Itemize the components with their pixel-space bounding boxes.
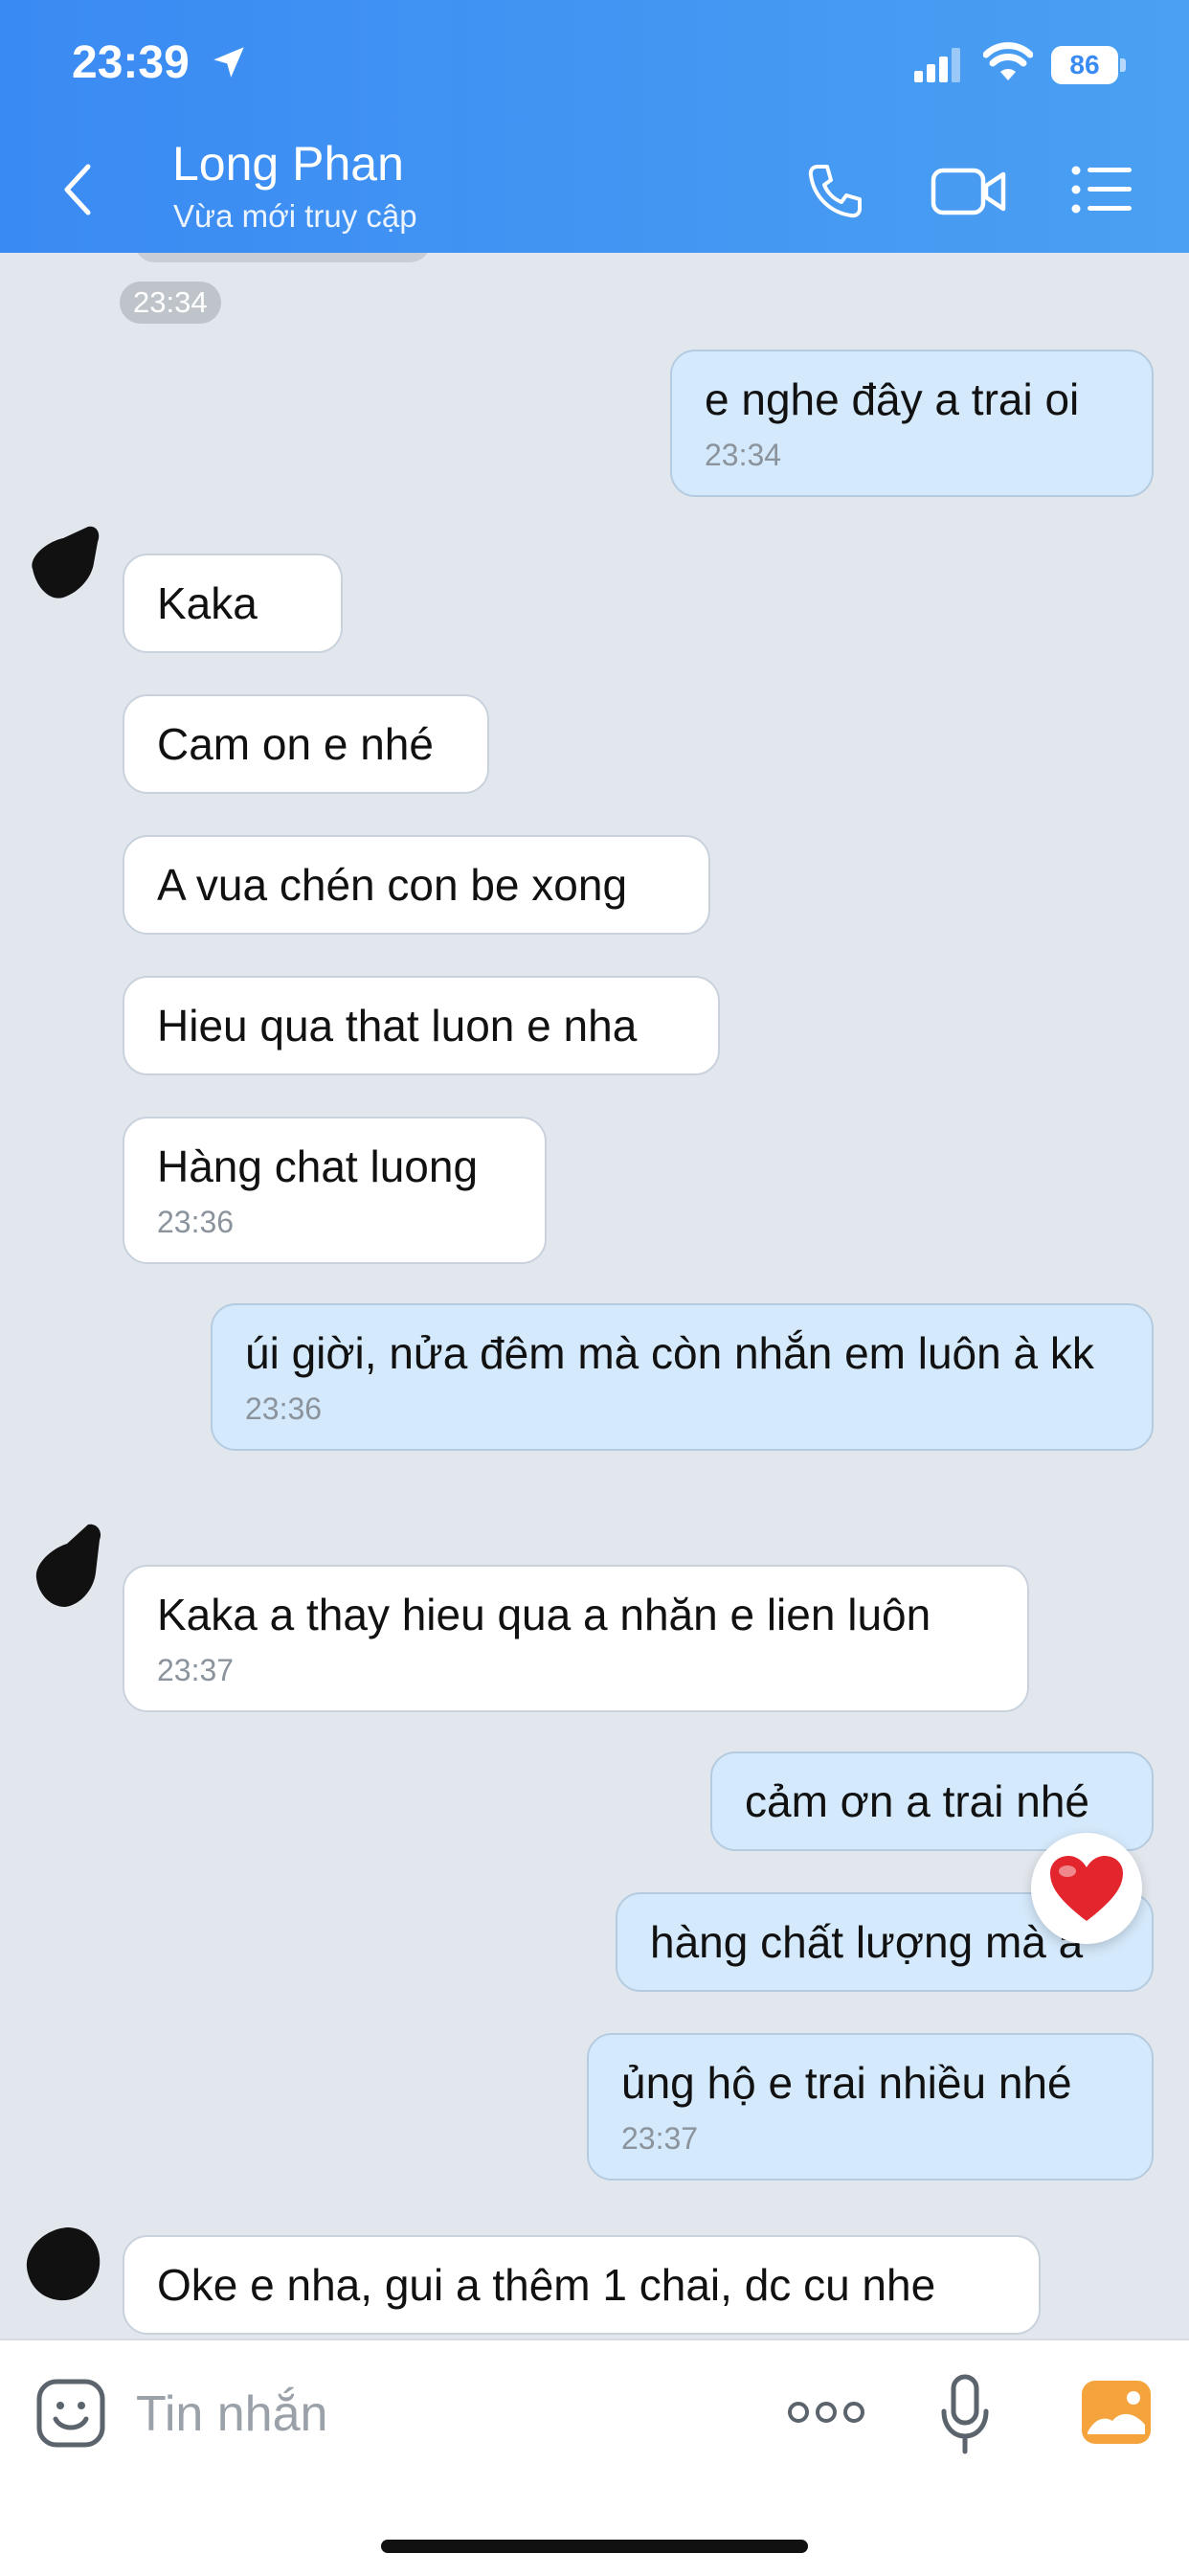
chat-header: 23:39 86 Long Phan Vừa mới truy cập [0,0,1189,253]
message-bubble-incoming[interactable]: Cam on e nhé [123,694,489,794]
message-text: cảm ơn a trai nhé [745,1776,1090,1826]
message-text: Hieu qua that luon e nha [157,1001,638,1051]
message-bubble-incoming[interactable]: Oke e nha, gui a thêm 1 chai, dc cu nhe [123,2235,1041,2335]
message-bubble-outgoing[interactable]: e nghe đây a trai oi 23:34 [670,350,1154,497]
location-arrow-icon [213,47,244,78]
message-bubble-incoming[interactable]: A vua chén con be xong [123,835,710,935]
message-time: 23:36 [157,1205,235,1239]
message-time: 23:37 [621,2121,699,2156]
message-text: ủng hộ e trai nhiều nhé [621,2058,1072,2108]
battery-icon: 86 [1051,46,1126,84]
previous-message-bubble [134,253,431,262]
message-input[interactable] [134,2383,751,2446]
message-text: Kaka [157,578,258,628]
microphone-icon[interactable] [938,2373,992,2455]
message-text: Hàng chat luong [157,1141,479,1191]
wifi-icon [983,42,1033,80]
message-time: 23:34 [705,438,782,472]
message-text: e nghe đây a trai oi [705,374,1080,424]
status-time: 23:39 [72,37,190,88]
message-bubble-outgoing[interactable]: úi giời, nửa đêm mà còn nhắn em luôn à k… [211,1303,1154,1451]
message-time: 23:36 [245,1391,323,1426]
heart-reaction-badge[interactable] [1031,1833,1142,1944]
message-bubble-incoming[interactable]: Hàng chat luong 23:36 [123,1117,547,1264]
message-bubble-incoming[interactable]: Kaka [123,554,343,653]
message-bubble-incoming[interactable]: Hieu qua that luon e nha [123,976,720,1075]
message-text: Kaka a thay hieu qua a nhăn e lien luôn [157,1590,931,1639]
sticker-emoji-icon[interactable] [34,2377,107,2450]
message-input-bar [0,2339,1189,2576]
contact-avatar[interactable] [21,509,107,615]
home-indicator [381,2540,808,2553]
phone-call-icon[interactable] [804,161,865,222]
message-text: Oke e nha, gui a thêm 1 chai, dc cu nhe [157,2260,936,2310]
contact-status: Vừa mới truy cập [173,198,417,234]
message-text: A vua chén con be xong [157,860,628,910]
contact-name[interactable]: Long Phan [172,136,404,192]
message-text: úi giời, nửa đêm mà còn nhắn em luôn à k… [245,1328,1094,1378]
gallery-image-icon[interactable] [1080,2379,1153,2446]
message-bubble-outgoing[interactable]: ủng hộ e trai nhiều nhé 23:37 [587,2033,1154,2181]
video-call-icon[interactable] [931,163,1007,220]
menu-list-icon[interactable] [1070,163,1133,216]
message-time: 23:37 [157,1653,235,1687]
battery-level: 86 [1051,46,1118,84]
message-text: hàng chất lượng mà a [650,1917,1084,1967]
heart-icon [1050,1856,1123,1921]
contact-avatar[interactable] [27,1515,113,1620]
message-bubble-incoming[interactable]: Kaka a thay hieu qua a nhăn e lien luôn … [123,1565,1029,1712]
message-list[interactable]: 23:34 e nghe đây a trai oi 23:34 Kaka Ca… [0,253,1189,2339]
more-options-icon[interactable] [787,2398,865,2427]
back-icon[interactable] [59,161,98,218]
cellular-signal-icon [914,48,960,82]
contact-avatar[interactable] [19,2206,105,2312]
message-text: Cam on e nhé [157,719,434,769]
time-separator: 23:34 [120,282,221,324]
